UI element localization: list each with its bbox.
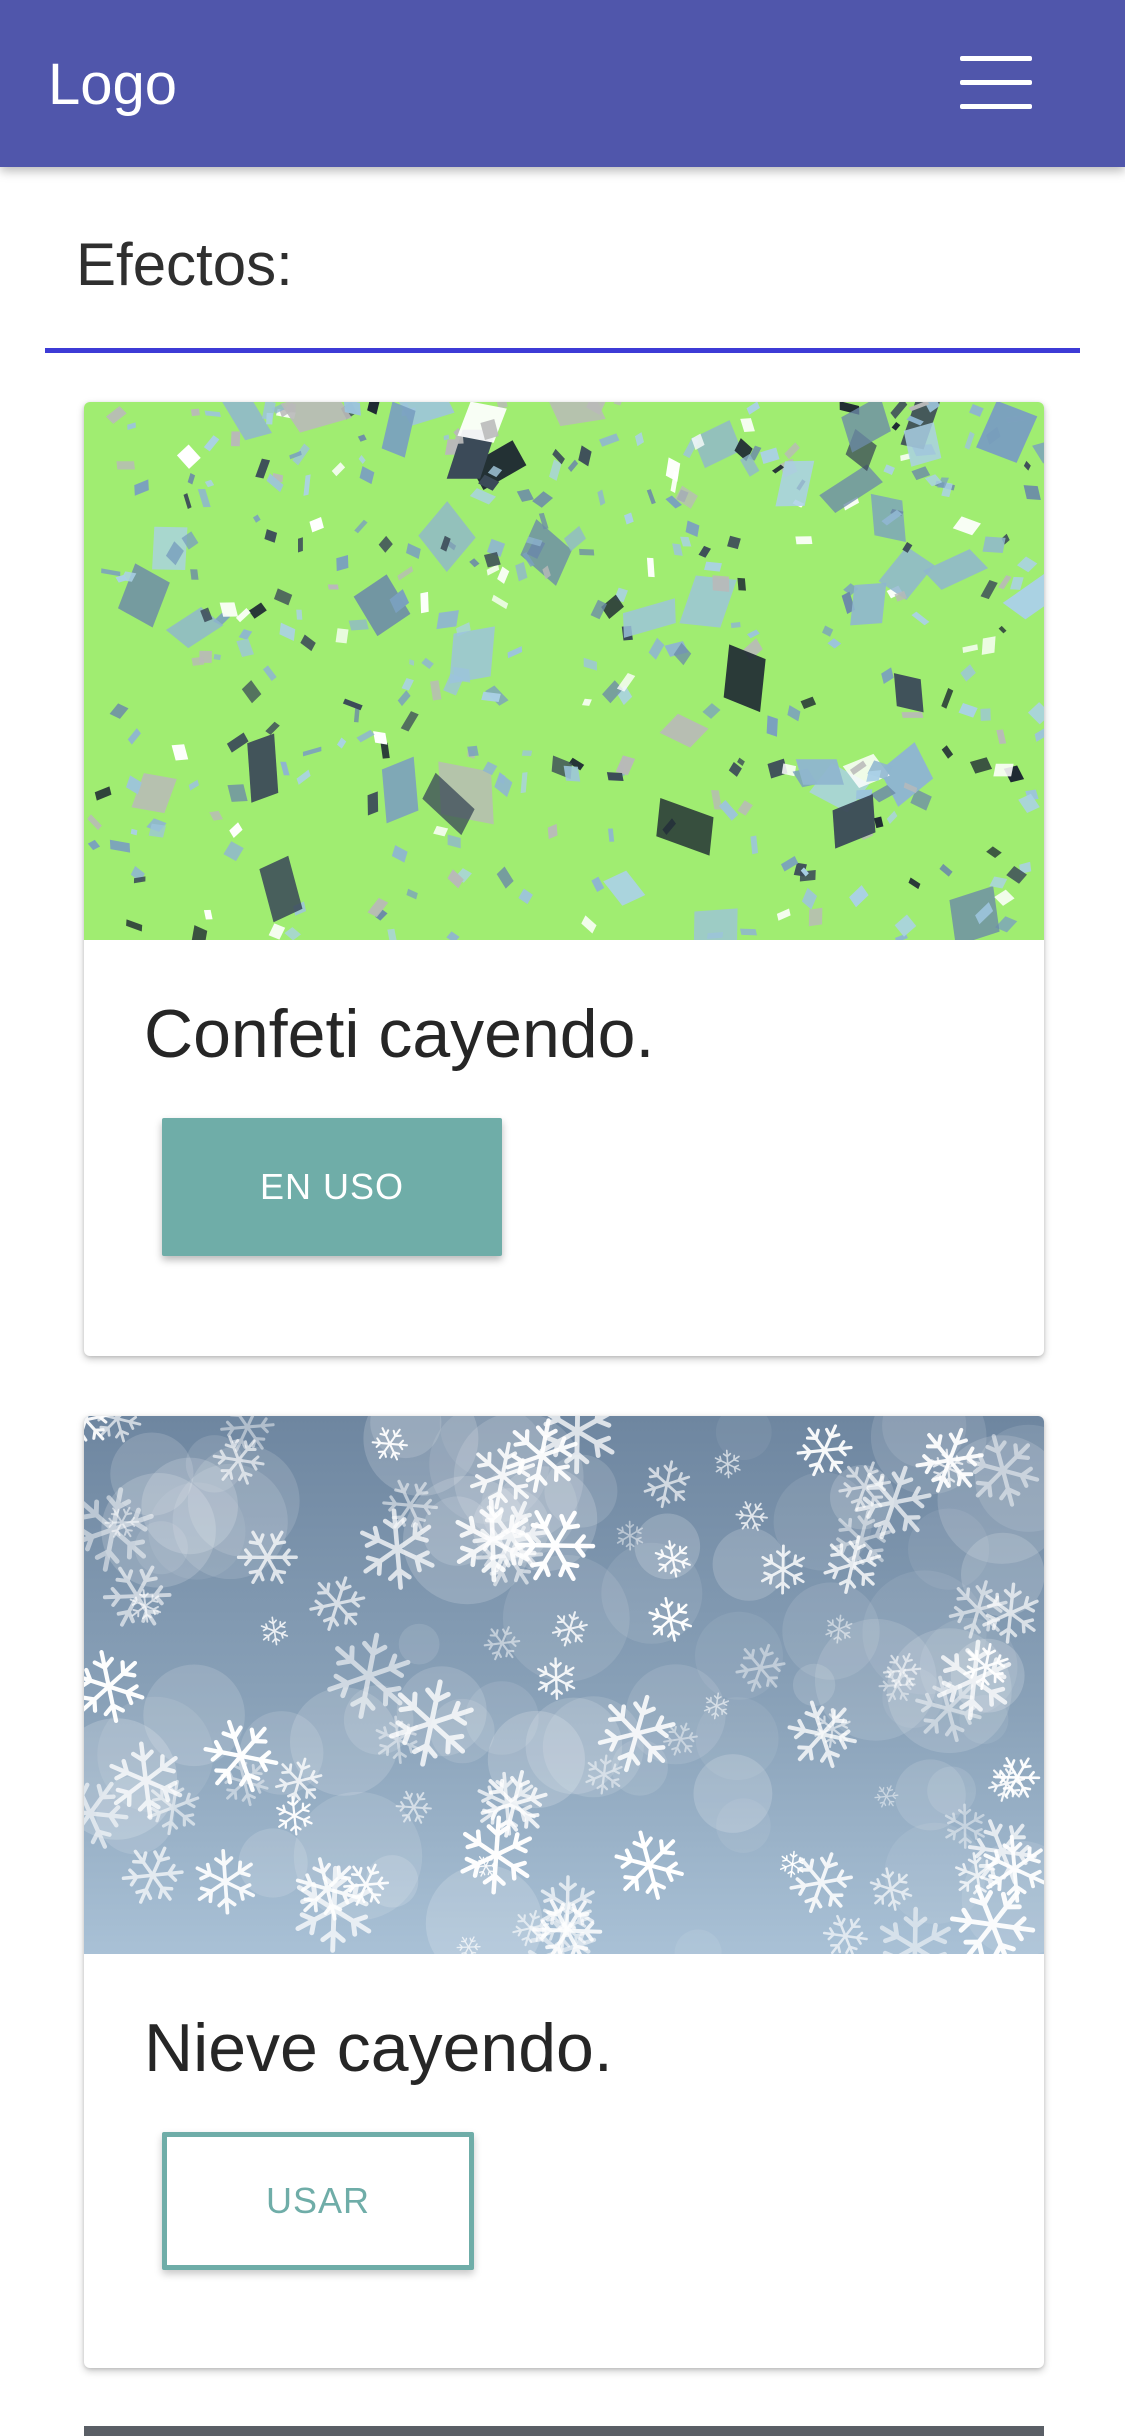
top-navbar: Logo xyxy=(0,0,1125,167)
effect-card-snow: Nieve cayendo. USAR xyxy=(84,1416,1044,2368)
effect-use-button[interactable]: USAR xyxy=(162,2132,474,2270)
confetti-image xyxy=(84,402,1044,940)
section-divider xyxy=(45,348,1080,353)
effect-card-confetti: Confeti cayendo. EN USO xyxy=(84,402,1044,1356)
snow-image xyxy=(84,1416,1044,1954)
effect-title: Confeti cayendo. xyxy=(144,996,655,1072)
hamburger-menu-button[interactable] xyxy=(940,42,1050,126)
brand-logo[interactable]: Logo xyxy=(48,50,177,120)
effect-title: Nieve cayendo. xyxy=(144,2010,613,2086)
effect-in-use-button[interactable]: EN USO xyxy=(162,1118,502,1256)
section-title: Efectos: xyxy=(76,231,293,298)
effect-card-next xyxy=(84,2426,1044,2436)
